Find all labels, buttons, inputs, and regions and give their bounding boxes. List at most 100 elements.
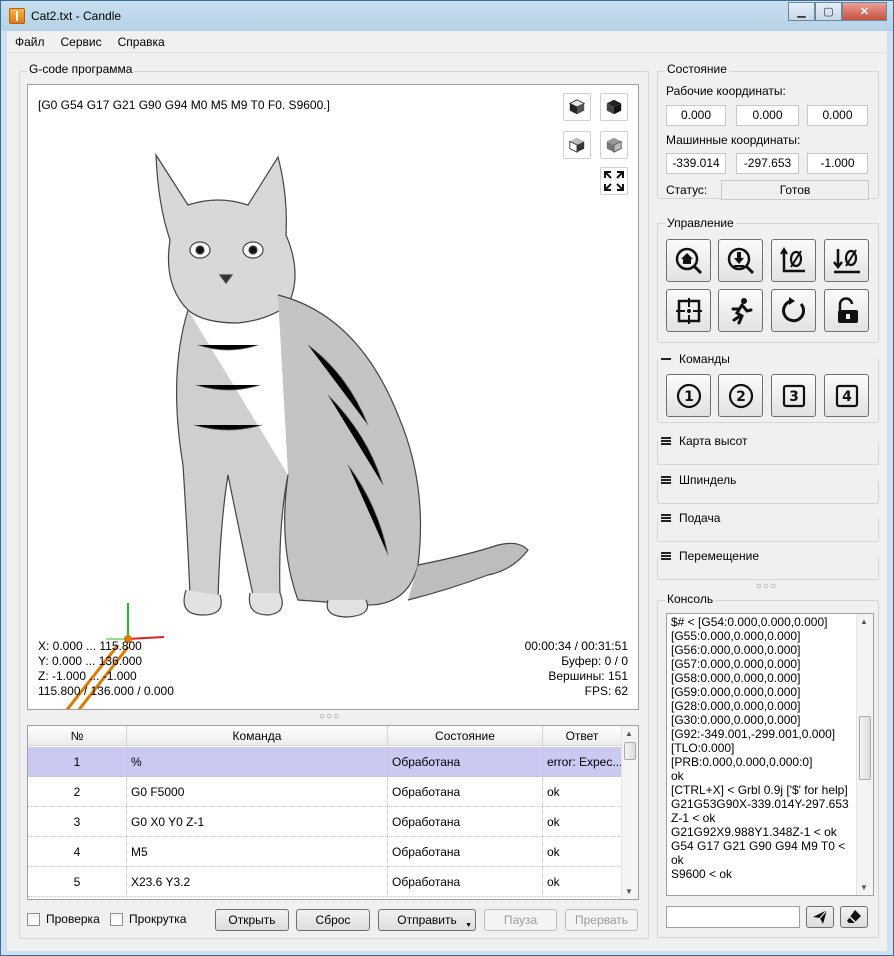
window-title: Cat2.txt - Candle (31, 9, 122, 23)
program-table[interactable]: № Команда Состояние Ответ 1 % Обработана… (27, 725, 639, 900)
autoscroll-checkbox[interactable]: Прокрутка (110, 912, 186, 926)
view-top-button[interactable] (563, 93, 591, 121)
scroll-up-arrow[interactable]: ▲ (860, 617, 868, 626)
send-button[interactable]: Отправить ▼ (378, 909, 476, 931)
row-command: G0 F5000 (127, 777, 388, 806)
command-2-label: 2 (736, 389, 746, 405)
console-clear-button[interactable] (840, 906, 868, 928)
scroll-up-arrow[interactable]: ▲ (625, 729, 633, 738)
circle-1-icon: 1 (676, 383, 701, 408)
spindle-title: Шпиндель (679, 473, 737, 487)
work-x-field: 0.000 (666, 105, 726, 126)
status-label: Статус: (666, 183, 708, 197)
home-button[interactable] (666, 239, 711, 282)
console-command-input[interactable] (666, 906, 800, 928)
menu-file[interactable]: Файл (7, 35, 53, 49)
menu-service[interactable]: Сервис (53, 35, 110, 49)
heightmap-title: Карта высот (679, 434, 748, 448)
reset-button[interactable]: Сброс (296, 909, 370, 931)
table-row[interactable]: 3 G0 X0 Y0 Z-1 Обработана ok (28, 807, 622, 837)
return-origin-button[interactable] (666, 289, 711, 332)
row-command: X23.6 Y3.2 (127, 867, 388, 896)
console-send-button[interactable] (806, 906, 834, 928)
soft-reset-button[interactable] (771, 289, 816, 332)
spindle-section-head[interactable]: Шпиндель (661, 473, 736, 487)
z-range: Z: -1.000 ... -1.000 (38, 669, 137, 683)
open-button[interactable]: Открыть (215, 909, 289, 931)
pause-button[interactable]: Пауза (484, 909, 557, 931)
fit-view-button[interactable] (600, 167, 628, 195)
zero-xy-button[interactable] (771, 239, 816, 282)
unlock-button[interactable] (824, 289, 869, 332)
probe-icon (727, 247, 754, 274)
view-front-button[interactable] (600, 93, 628, 121)
eraser-icon (847, 910, 861, 923)
work-coords-label: Рабочие координаты: (666, 84, 786, 98)
expand-menu-icon (661, 476, 671, 484)
feed-section-head[interactable]: Подача (661, 511, 720, 525)
user-command-4-button[interactable]: 4 (824, 374, 869, 417)
machine-y-field: -297.653 (736, 153, 799, 174)
col-command[interactable]: Команда (127, 726, 388, 745)
table-scrollbar[interactable]: ▲ ▼ (621, 726, 638, 899)
expand-menu-icon (661, 552, 671, 560)
circle-2-icon: 2 (728, 383, 753, 408)
scroll-thumb[interactable] (859, 716, 871, 780)
user-command-2-button[interactable]: 2 (718, 374, 763, 417)
abort-button[interactable]: Прервать (565, 909, 638, 931)
heightmap-section-head[interactable]: Карта высот (661, 434, 747, 448)
feed-title: Подача (679, 511, 721, 525)
panel-splitter-handle[interactable]: ○○○ (756, 581, 777, 592)
view-iso-button[interactable] (600, 131, 628, 159)
view-left-button[interactable] (563, 131, 591, 159)
control-group-title: Управление (665, 216, 736, 230)
console-output[interactable]: $# < [G54:0.000,0.000,0.000] [G55:0.000,… (666, 613, 874, 896)
table-row[interactable]: 1 % Обработана error: Expec... (28, 747, 622, 777)
parser-state: [G0 G54 G17 G21 G90 G94 M0 M5 M9 T0 F0. … (38, 98, 330, 112)
work-y-field: 0.000 (736, 105, 799, 126)
zero-xy-icon (779, 246, 805, 272)
vertex-count: Вершины: 151 (548, 669, 628, 683)
square-3-icon: 3 (782, 384, 805, 407)
title-bar[interactable]: Cat2.txt - Candle ▁ ▢ ✕ (1, 1, 893, 31)
view-splitter-handle[interactable]: ○○○ (319, 711, 340, 722)
safe-position-button[interactable] (718, 289, 763, 332)
row-state: Обработана (388, 747, 543, 776)
table-row[interactable]: 4 M5 Обработана ok (28, 837, 622, 867)
col-number[interactable]: № (28, 726, 127, 745)
row-response: ok (543, 777, 622, 806)
x-range: X: 0.000 ... 115.800 (38, 639, 142, 653)
scroll-thumb[interactable] (624, 742, 636, 760)
maximize-button[interactable]: ▢ (815, 2, 842, 21)
user-command-1-button[interactable]: 1 (666, 374, 711, 417)
jog-section-head[interactable]: Перемещение (661, 549, 759, 563)
probe-button[interactable] (718, 239, 763, 282)
chevron-down-icon: ▼ (465, 922, 472, 929)
table-row[interactable]: 2 G0 F5000 Обработана ok (28, 777, 622, 807)
machine-coords-label: Машинные координаты: (666, 133, 801, 147)
cube-front-icon (606, 99, 622, 115)
scroll-down-arrow[interactable]: ▼ (625, 887, 633, 896)
col-state[interactable]: Состояние (388, 726, 543, 745)
scroll-down-arrow[interactable]: ▼ (860, 883, 868, 892)
table-row[interactable]: 5 X23.6 Y3.2 Обработана ok (28, 867, 622, 897)
checkbox-box[interactable] (110, 912, 123, 926)
user-command-3-button[interactable]: 3 (771, 374, 816, 417)
console-group-title: Консоль (665, 592, 716, 606)
col-response[interactable]: Ответ (543, 726, 622, 745)
console-scrollbar[interactable]: ▲ ▼ (856, 614, 873, 895)
zero-z-button[interactable] (824, 239, 869, 282)
minimize-button[interactable]: ▁ (788, 2, 815, 21)
square-4-icon: 4 (835, 384, 858, 407)
toolpath-drawing (155, 152, 529, 618)
check-mode-checkbox[interactable]: Проверка (27, 912, 100, 926)
row-number: 5 (28, 867, 127, 896)
cube-top-icon (568, 99, 586, 115)
gcode-3d-view[interactable]: [G0 G54 G17 G21 G90 G94 M0 M5 M9 T0 F0. … (27, 84, 639, 710)
menu-help[interactable]: Справка (110, 35, 173, 49)
close-button[interactable]: ✕ (842, 2, 887, 21)
row-state: Обработана (388, 777, 543, 806)
checkbox-box[interactable] (27, 912, 40, 926)
command-1-label: 1 (684, 389, 694, 405)
gcode-group-title: G-code программа (27, 62, 135, 76)
